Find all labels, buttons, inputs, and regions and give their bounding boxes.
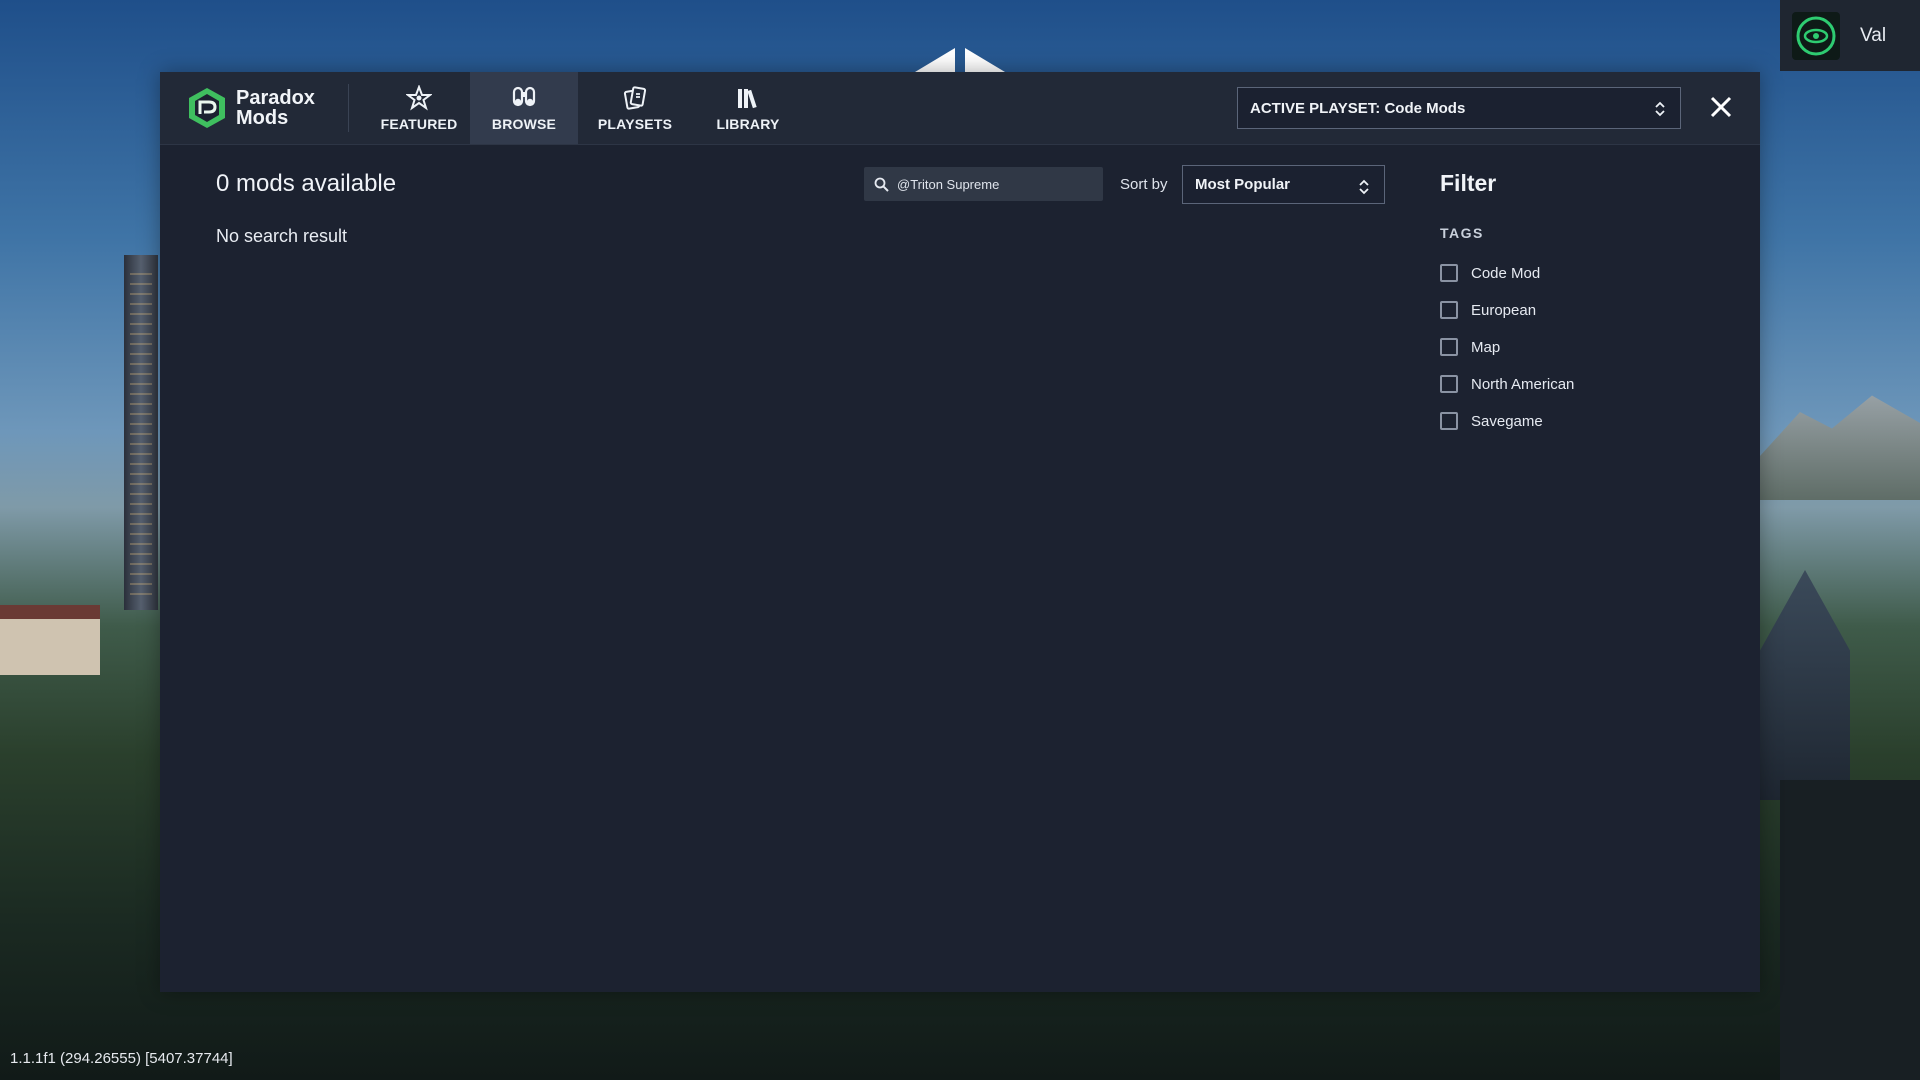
background-dome (1760, 570, 1850, 800)
tag-label: Map (1471, 338, 1501, 356)
paradox-avatar-icon (1796, 16, 1836, 55)
tab-featured[interactable]: FEATURED (364, 72, 474, 144)
tag-north-american[interactable]: North American (1440, 372, 1574, 396)
search-box[interactable] (864, 167, 1103, 201)
tab-library[interactable]: LIBRARY (692, 72, 804, 144)
search-icon (874, 177, 889, 192)
tab-label: PLAYSETS (597, 115, 673, 132)
updown-chevron-icon (1655, 101, 1665, 117)
filter-title: Filter (1440, 170, 1497, 196)
tag-checkbox[interactable] (1440, 264, 1458, 282)
binoculars-icon (512, 86, 536, 106)
tag-checkbox[interactable] (1440, 412, 1458, 430)
logo-line-2: Mods (236, 107, 289, 129)
star-icon (406, 84, 432, 111)
close-icon[interactable] (1706, 92, 1736, 122)
tag-checkbox[interactable] (1440, 338, 1458, 356)
active-playset-select[interactable]: ACTIVE PLAYSET: Code Mods (1237, 87, 1681, 129)
user-name: Val (1860, 24, 1887, 46)
tag-european[interactable]: European (1440, 298, 1536, 322)
tag-checkbox[interactable] (1440, 375, 1458, 393)
sort-selected-value: Most Popular (1195, 176, 1291, 193)
paradox-mods-panel: Paradox Mods FEATURED BROWSE PLAYSETS LI… (160, 72, 1760, 992)
tag-code-mod[interactable]: Code Mod (1440, 261, 1540, 285)
tag-savegame[interactable]: Savegame (1440, 409, 1543, 433)
tab-playsets[interactable]: PLAYSETS (578, 72, 692, 144)
tab-label: BROWSE (491, 115, 557, 132)
search-input[interactable] (895, 175, 1089, 193)
active-playset-label: ACTIVE PLAYSET: Code Mods (1250, 99, 1466, 117)
background-house (0, 605, 100, 675)
top-arrows-icon (915, 48, 1005, 72)
tab-label: FEATURED (380, 115, 458, 132)
paradox-logo-icon (189, 88, 225, 128)
tag-checkbox[interactable] (1440, 301, 1458, 319)
logo-divider (348, 84, 349, 132)
tags-heading: TAGS (1440, 225, 1484, 241)
cards-icon (623, 85, 647, 110)
tag-map[interactable]: Map (1440, 335, 1500, 359)
background-tower (124, 255, 158, 610)
sort-by-label: Sort by (1120, 176, 1168, 193)
mods-count: 0 mods available (216, 170, 397, 197)
logo-text: Paradox Mods (236, 88, 315, 128)
background-building (1780, 780, 1920, 1080)
books-icon (738, 88, 757, 108)
tab-label: LIBRARY (716, 115, 780, 132)
tag-label: Savegame (1471, 412, 1543, 430)
tag-label: Code Mod (1471, 264, 1541, 282)
background-mountains (1760, 395, 1920, 500)
tag-label: North American (1471, 375, 1575, 393)
logo-line-1: Paradox (236, 87, 315, 109)
avatar (1792, 11, 1840, 60)
tab-browse[interactable]: BROWSE (470, 72, 578, 144)
empty-state-text: No search result (216, 226, 348, 246)
top-navigation-bar: Paradox Mods FEATURED BROWSE PLAYSETS LI… (160, 72, 1760, 145)
updown-chevron-icon (1359, 179, 1369, 195)
sort-select[interactable]: Most Popular (1182, 165, 1385, 204)
tag-label: European (1471, 301, 1537, 319)
version-string: 1.1.1f1 (294.26555) [5407.37744] (10, 1050, 233, 1067)
paradox-mods-logo: Paradox Mods (186, 85, 326, 131)
user-badge[interactable]: Val (1780, 0, 1920, 71)
